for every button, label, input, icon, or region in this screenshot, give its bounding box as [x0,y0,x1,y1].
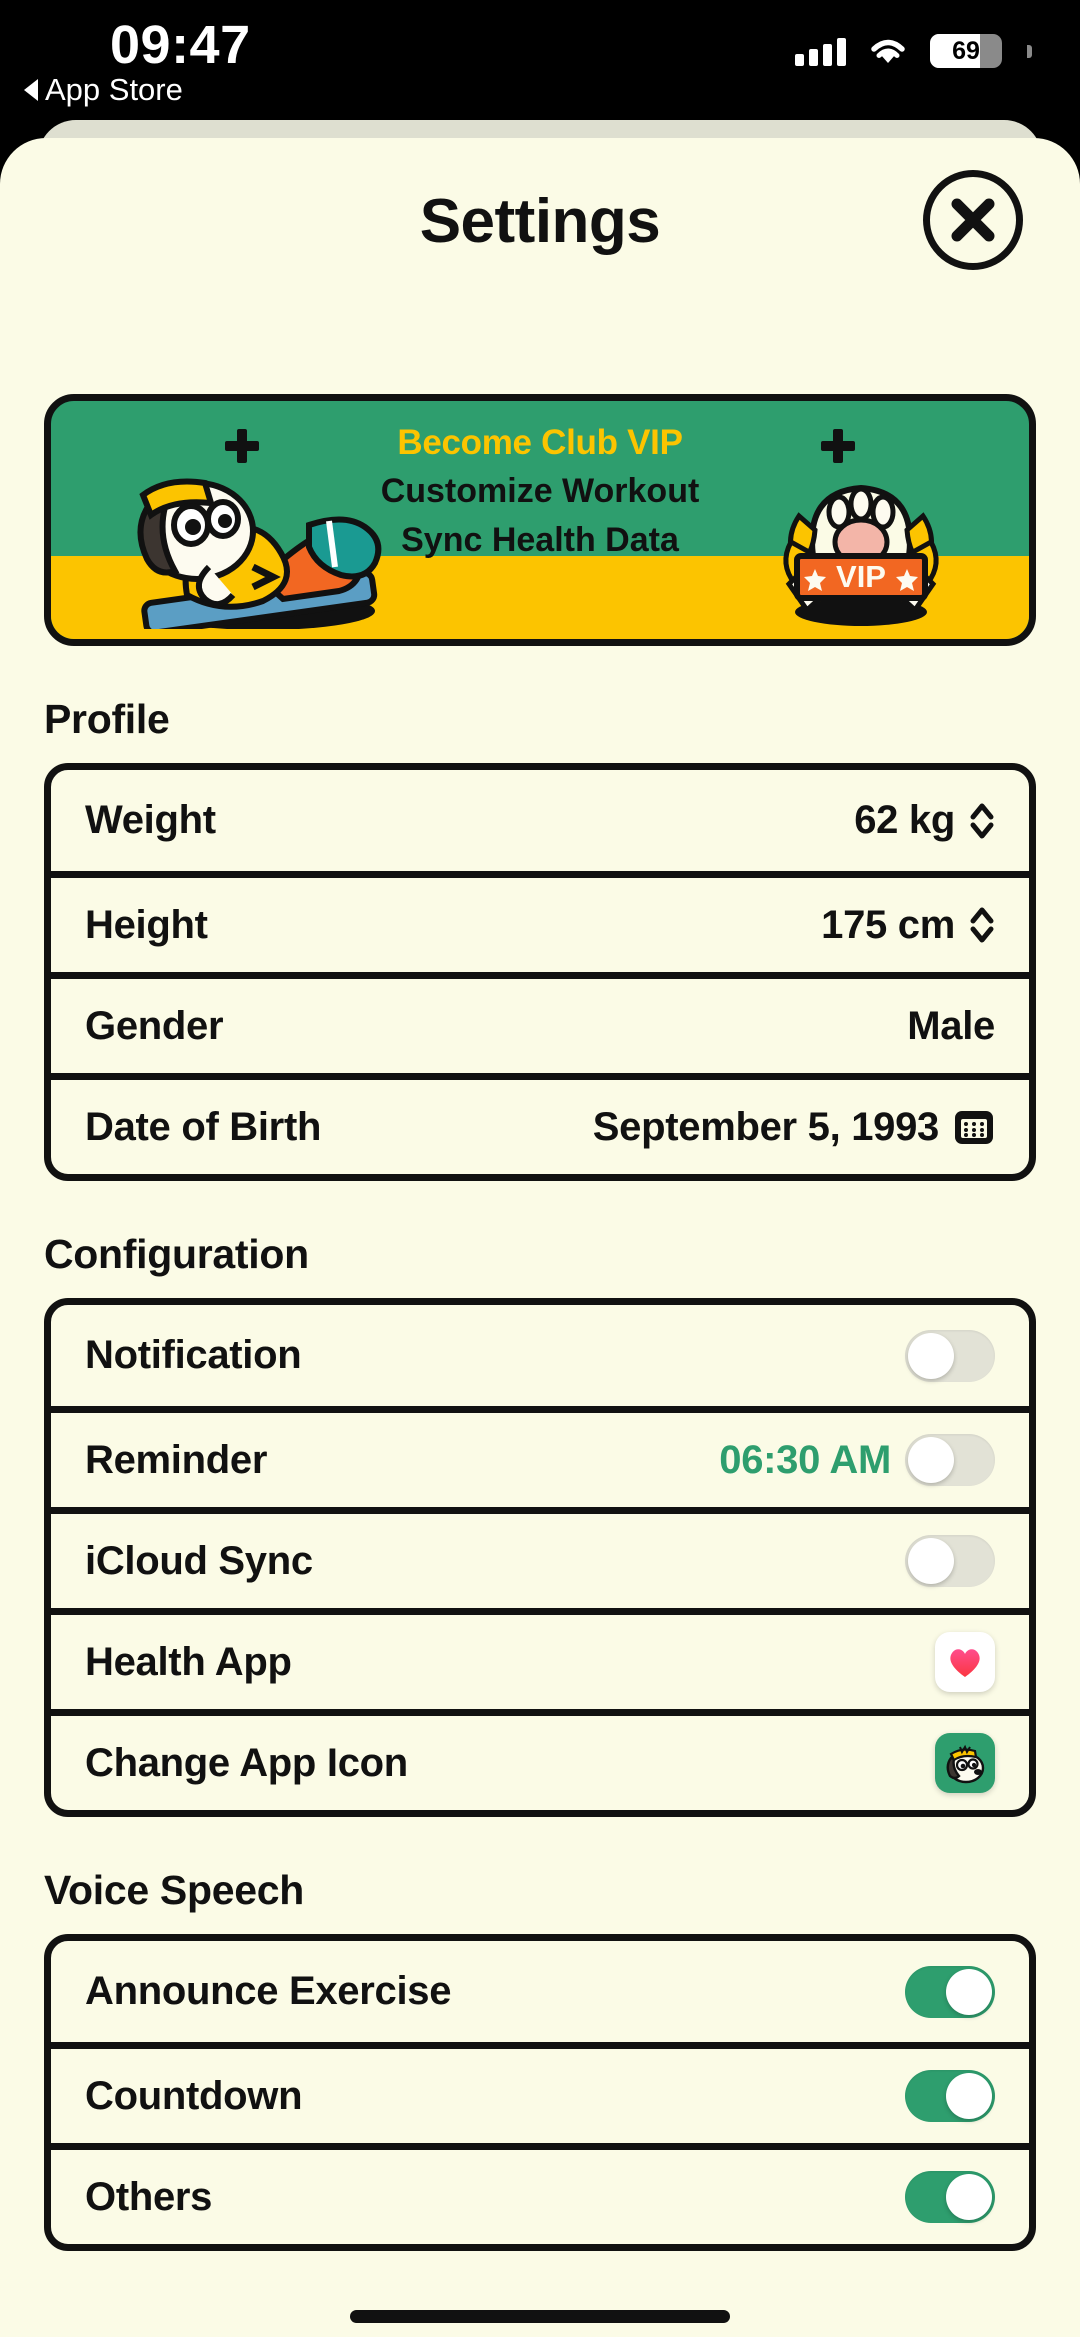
row-others[interactable]: Others [51,2143,1029,2244]
row-label: Others [85,2174,213,2219]
wifi-icon [868,36,908,66]
reminder-toggle[interactable] [905,1434,995,1486]
home-indicator [350,2310,730,2323]
row-label: Countdown [85,2073,303,2118]
row-reminder[interactable]: Reminder 06:30 AM [51,1406,1029,1507]
section-title-voice-speech: Voice Speech [44,1867,304,1913]
row-label: Notification [85,1333,302,1377]
row-label: Reminder [85,1437,268,1482]
reminder-time[interactable]: 06:30 AM [719,1438,891,1483]
status-bar-indicators: 69 [795,34,1032,68]
app-icon-dog[interactable] [935,1733,995,1793]
row-weight[interactable]: Weight 62 kg [51,770,1029,871]
row-label: Change App Icon [85,1740,408,1785]
voice-speech-card: Announce Exercise Countdown Others [44,1934,1036,2251]
club-vip-banner[interactable]: Become Club VIP Customize Workout Sync H… [44,394,1036,646]
row-icloud-sync[interactable]: iCloud Sync [51,1507,1029,1608]
calendar-icon[interactable] [953,1106,995,1148]
row-announce-exercise[interactable]: Announce Exercise [51,1941,1029,2042]
row-change-app-icon[interactable]: Change App Icon [51,1709,1029,1810]
signal-bars-icon [795,36,846,66]
row-label: Gender [85,1003,224,1048]
profile-card: Weight 62 kg Height 175 cm Gender Male D… [44,763,1036,1181]
row-value: September 5, 1993 [592,1104,940,1149]
svg-text:VIP: VIP [836,559,886,594]
others-toggle[interactable] [905,2171,995,2223]
health-heart-icon[interactable] [935,1632,995,1692]
status-bar: 09:47 App Store 69 [0,0,1080,107]
row-label: iCloud Sync [85,1538,313,1583]
dog-situp-illustration [137,478,382,629]
page-title: Settings [419,187,661,256]
status-bar-time: 09:47 [110,15,251,75]
row-gender[interactable]: Gender Male [51,972,1029,1073]
section-title-configuration: Configuration [44,1231,309,1277]
row-label: Announce Exercise [85,1969,452,2013]
close-x-icon [951,198,995,242]
stepper-icon[interactable] [969,800,995,842]
row-height[interactable]: Height 175 cm [51,871,1029,972]
settings-sheet: Settings Become Club VIP Customize Worko… [0,138,1080,2337]
row-date-of-birth[interactable]: Date of Birth September 5, 1993 [51,1073,1029,1174]
icloud-sync-toggle[interactable] [905,1535,995,1587]
battery-percent: 69 [952,37,980,65]
section-title-profile: Profile [44,696,170,742]
row-value: 175 cm [821,902,955,947]
stepper-icon[interactable] [969,904,995,946]
back-triangle-icon [24,79,38,101]
row-countdown[interactable]: Countdown [51,2042,1029,2143]
row-label: Health App [85,1639,292,1684]
back-label: App Store [45,72,183,107]
row-label: Weight [85,798,216,842]
announce-exercise-toggle[interactable] [905,1965,995,2018]
row-value: 62 kg [854,798,955,842]
battery-tip [1027,44,1032,58]
row-notification[interactable]: Notification [51,1305,1029,1406]
vip-badge-illustration: VIP [783,484,939,626]
configuration-card: Notification Reminder 06:30 AM iCloud Sy… [44,1298,1036,1817]
row-label: Date of Birth [85,1104,322,1149]
countdown-toggle[interactable] [905,2070,995,2122]
phone-screen: 09:47 App Store 69 Settings Become Club … [0,0,1080,2337]
sheet-header: Settings [0,138,1080,306]
close-button[interactable] [923,170,1023,270]
row-label: Height [85,902,208,947]
battery-icon: 69 [930,34,1002,68]
back-to-app-store-link[interactable]: App Store [24,72,183,108]
row-health-app[interactable]: Health App [51,1608,1029,1709]
row-value: Male [907,1003,995,1048]
notification-toggle[interactable] [905,1329,995,1382]
